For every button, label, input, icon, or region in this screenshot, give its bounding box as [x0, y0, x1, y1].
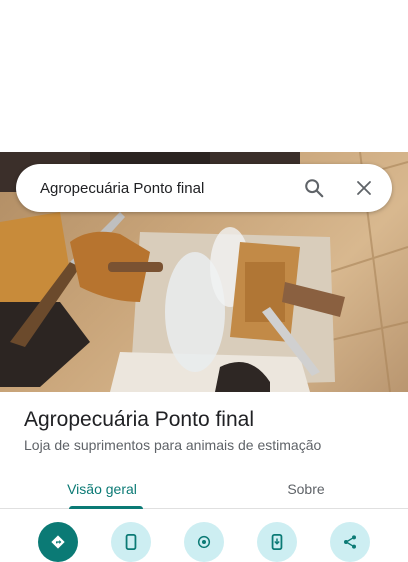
share-icon — [342, 534, 358, 562]
search-icon[interactable] — [296, 170, 332, 206]
phone-icon — [124, 534, 138, 562]
location-icon — [196, 534, 212, 562]
call-button[interactable] — [111, 522, 151, 562]
share-button[interactable] — [330, 522, 370, 562]
directions-button[interactable] — [38, 522, 78, 562]
search-input[interactable]: Agropecuária Ponto final — [40, 180, 296, 197]
action-row — [0, 522, 408, 562]
tab-bar: Visão geral Sobre — [0, 470, 408, 509]
directions-icon — [50, 534, 66, 562]
tab-overview[interactable]: Visão geral — [0, 470, 204, 509]
search-bar[interactable]: Agropecuária Ponto final — [16, 164, 392, 212]
tab-about[interactable]: Sobre — [204, 470, 408, 508]
send-to-phone-button[interactable] — [257, 522, 297, 562]
save-to-phone-icon — [270, 534, 284, 562]
close-icon[interactable] — [346, 170, 382, 206]
place-title: Agropecuária Ponto final — [24, 408, 254, 431]
location-button[interactable] — [184, 522, 224, 562]
place-category[interactable]: Loja de suprimentos para animais de esti… — [24, 437, 321, 453]
